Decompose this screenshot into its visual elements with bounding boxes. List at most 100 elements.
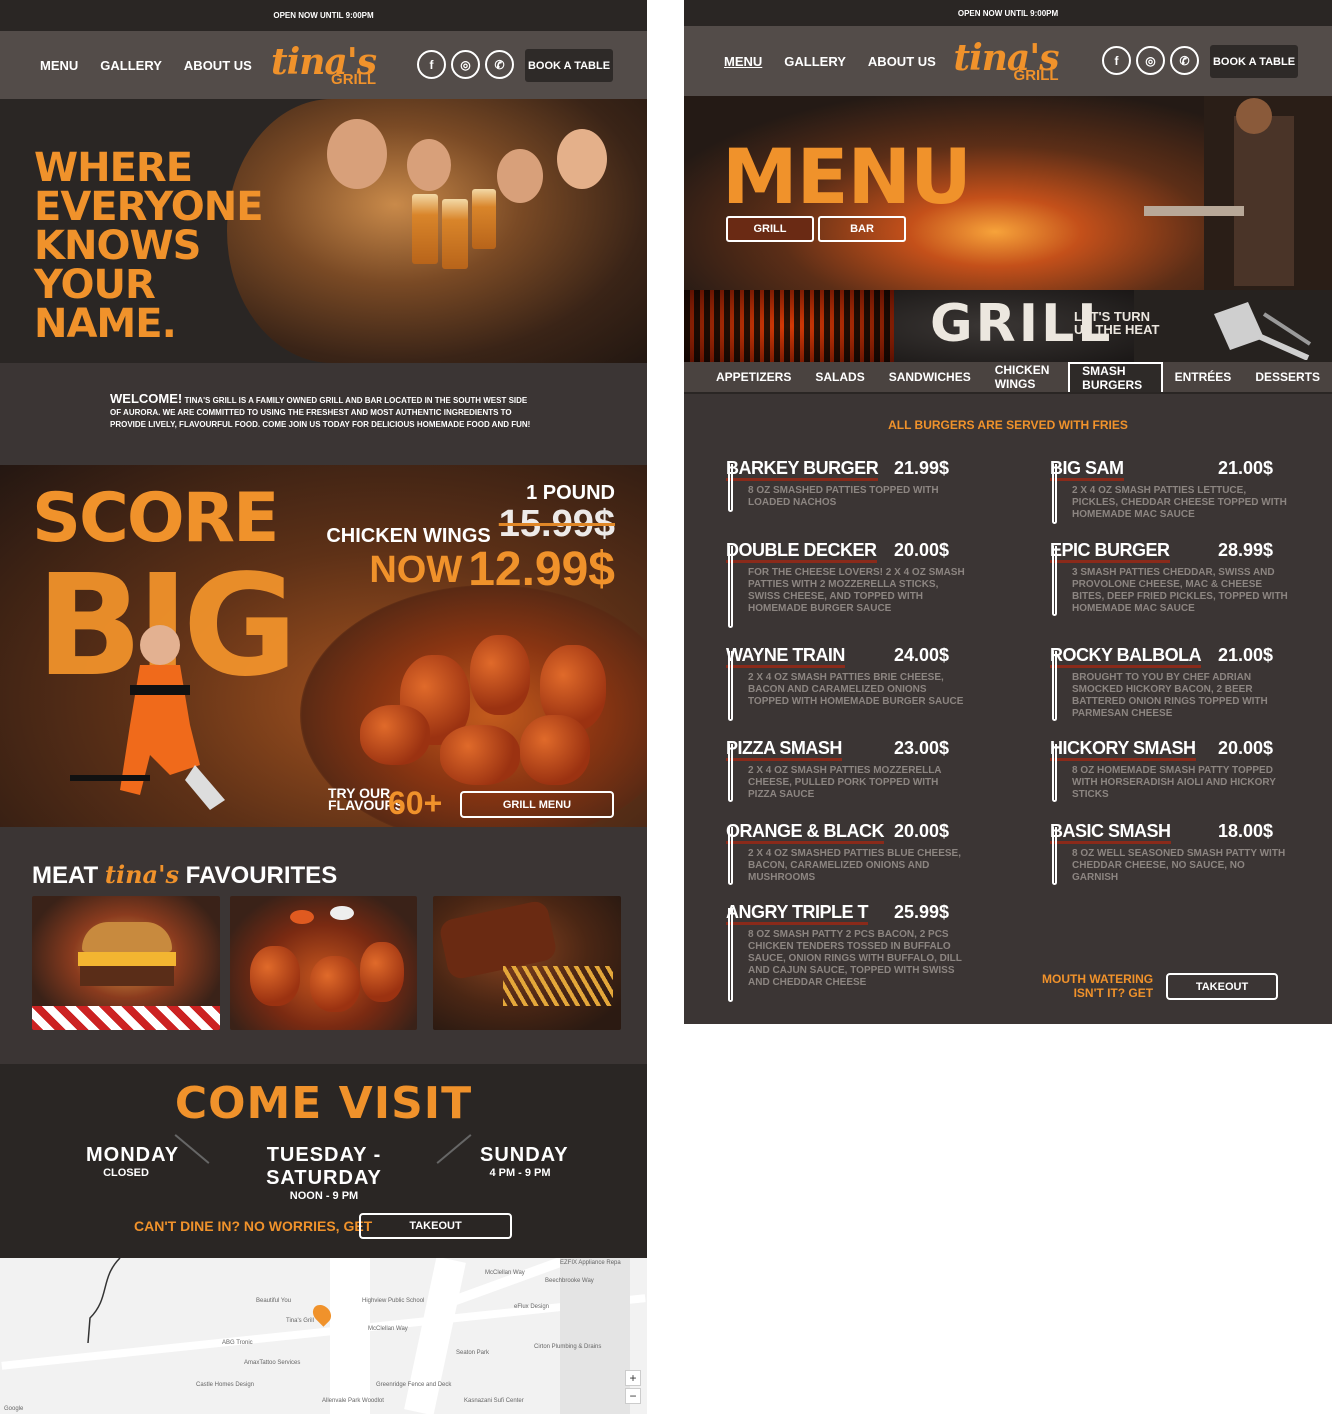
menu-item[interactable]: HICKORY SMASH 20.00$ 8 OZ HOMEMADE SMASH… xyxy=(1050,738,1290,802)
ribs-image[interactable] xyxy=(433,896,621,1030)
item-name: BIG SAM xyxy=(1050,458,1124,481)
menu-item[interactable]: ORANGE & BLACK 20.00$ 2 X 4 OZ SMASHED P… xyxy=(726,821,966,885)
zoom-out-button[interactable]: − xyxy=(625,1388,641,1404)
menu-item[interactable]: BARKEY BURGER 21.99$ 8 OZ SMASHED PATTIE… xyxy=(726,458,966,512)
item-name: BASIC SMASH xyxy=(1050,821,1171,844)
mouth-line1: MOUTH WATERING xyxy=(1042,972,1154,986)
welcome-section: WELCOME! TINA'S GRILL IS A FAMILY OWNED … xyxy=(0,363,647,465)
cat-appetizers[interactable]: APPETIZERS xyxy=(684,362,803,392)
burger-image[interactable] xyxy=(32,896,220,1030)
cat-desserts[interactable]: DESSERTS xyxy=(1243,362,1332,392)
map-label: McClellan Way xyxy=(368,1326,408,1332)
grill-fire-image xyxy=(684,290,894,362)
cat-smash-burgers[interactable]: SMASH BURGERS xyxy=(1068,362,1163,392)
item-desc: 2 X 4 OZ SMASH PATTIES BRIE CHEESE, BACO… xyxy=(748,672,964,707)
item-price: 24.00$ xyxy=(894,645,950,665)
map-label: Kasnazani Sufi Center xyxy=(464,1398,524,1404)
fav-meat: MEAT xyxy=(32,862,99,889)
menu-item[interactable]: BASIC SMASH 18.00$ 8 OZ WELL SEASONED SM… xyxy=(1050,821,1290,885)
new-price: 12.99$ xyxy=(468,543,615,596)
cat-salads[interactable]: SALADS xyxy=(803,362,876,392)
main-nav: MENU GALLERY ABOUT US tina's GRILL f ◎ ✆… xyxy=(684,26,1332,96)
cat-sandwiches[interactable]: SANDWICHES xyxy=(877,362,983,392)
friends-cheers-photo xyxy=(227,99,647,363)
menu-page: OPEN NOW UNTIL 9:00PM MENU GALLERY ABOUT… xyxy=(684,0,1332,1024)
map-label: Greenridge Fence and Deck xyxy=(376,1382,452,1388)
grill-tab-button[interactable]: GRILL xyxy=(726,216,814,242)
fav-script: tina's xyxy=(104,860,179,889)
location-map[interactable]: EZFIX Appliance Repa Beechbrooke Way McC… xyxy=(0,1258,647,1414)
map-label: Seaton Park xyxy=(456,1350,490,1356)
menu-item[interactable]: WAYNE TRAIN 24.00$ 2 X 4 OZ SMASH PATTIE… xyxy=(726,645,966,721)
hockey-player-image xyxy=(70,625,225,810)
item-price: 18.00$ xyxy=(1218,821,1274,841)
map-label: Castle Homes Design xyxy=(196,1382,255,1388)
social-links: f ◎ ✆ xyxy=(1102,46,1199,75)
map-label: Tina's Grill xyxy=(286,1318,314,1324)
phone-icon[interactable]: ✆ xyxy=(485,50,514,79)
book-table-button[interactable]: BOOK A TABLE xyxy=(525,49,613,82)
hours-sunday: SUNDAY 4 PM - 9 PM xyxy=(480,1144,568,1179)
item-desc: 8 OZ WELL SEASONED SMASH PATTY WITH CHED… xyxy=(1072,848,1286,883)
welcome-lead: WELCOME! xyxy=(110,391,183,406)
cat-entrees[interactable]: ENTRÉES xyxy=(1163,362,1244,392)
open-status-text: OPEN NOW UNTIL 9:00PM xyxy=(957,8,1059,18)
map-label: Beautiful You xyxy=(256,1298,292,1304)
menu-title: MENU xyxy=(722,132,972,221)
nav-about-link[interactable]: ABOUT US xyxy=(868,54,936,69)
nav-about-link[interactable]: ABOUT US xyxy=(184,58,252,73)
facebook-icon[interactable]: f xyxy=(1102,46,1131,75)
nav-gallery-link[interactable]: GALLERY xyxy=(100,58,162,73)
map-label: McClellan Way xyxy=(485,1270,525,1276)
menu-item[interactable]: EPIC BURGER 28.99$ 3 SMASH PATTIES CHEDD… xyxy=(1050,540,1290,616)
item-desc: 2 X 4 OZ SMASHED PATTIES BLUE CHEESE, BA… xyxy=(748,848,961,883)
offer-line1: 1 POUND xyxy=(526,482,615,504)
item-price: 25.99$ xyxy=(894,902,950,922)
nav-menu-link[interactable]: MENU xyxy=(40,58,78,73)
item-desc: FOR THE CHEESE LOVERS! 2 X 4 OZ SMASH PA… xyxy=(748,567,965,614)
grill-menu-button[interactable]: GRILL MENU xyxy=(460,791,614,818)
cat-chicken-wings[interactable]: CHICKEN WINGS xyxy=(983,362,1068,392)
item-desc: 8 OZ HOMEMADE SMASH PATTY TOPPED WITH HO… xyxy=(1072,765,1276,800)
item-name: EPIC BURGER xyxy=(1050,540,1170,563)
menu-item[interactable]: BIG SAM 21.00$ 2 X 4 OZ SMASH PATTIES LE… xyxy=(1050,458,1290,524)
day-name: TUESDAY - SATURDAY xyxy=(266,1144,382,1189)
grill-banner: GRILL LET'S TURN UP THE HEAT xyxy=(684,290,1332,362)
zoom-in-button[interactable]: + xyxy=(625,1370,641,1386)
site-logo[interactable]: tina's GRILL xyxy=(271,44,377,87)
map-label: EZFIX Appliance Repa xyxy=(560,1260,621,1266)
tagline-line2: UP THE HEAT xyxy=(1074,322,1160,337)
google-logo: Google xyxy=(4,1406,24,1412)
menu-item[interactable]: PIZZA SMASH 23.00$ 2 X 4 OZ SMASH PATTIE… xyxy=(726,738,966,802)
open-status-bar: OPEN NOW UNTIL 9:00PM xyxy=(684,0,1332,26)
home-page: OPEN NOW UNTIL 9:00PM MENU GALLERY ABOUT… xyxy=(0,0,647,1414)
bar-tab-button[interactable]: BAR xyxy=(818,216,906,242)
instagram-icon[interactable]: ◎ xyxy=(451,50,480,79)
offer-now: NOW xyxy=(369,549,463,591)
nav-menu-link[interactable]: MENU xyxy=(724,54,762,69)
item-price: 20.00$ xyxy=(1218,738,1274,758)
item-desc: 8 OZ SMASH PATTY 2 PCS BACON, 2 PCS CHIC… xyxy=(748,929,962,988)
main-nav: MENU GALLERY ABOUT US tina's GRILL f ◎ ✆… xyxy=(0,31,647,99)
menu-item[interactable]: DOUBLE DECKER 20.00$ FOR THE CHEESE LOVE… xyxy=(726,540,966,628)
wings-image[interactable] xyxy=(230,896,417,1030)
dinein-text: CAN'T DINE IN? NO WORRIES, GET xyxy=(134,1218,373,1234)
item-price: 21.00$ xyxy=(1218,458,1274,478)
wings-promo: SCORE BIG 1 POUND CHICKEN WINGS 15.99$ N… xyxy=(0,465,647,827)
item-name: WAYNE TRAIN xyxy=(726,645,845,668)
menu-item[interactable]: ROCKY BALBOLA 21.00$ BROUGHT TO YOU BY C… xyxy=(1050,645,1290,721)
phone-icon[interactable]: ✆ xyxy=(1170,46,1199,75)
nav-gallery-link[interactable]: GALLERY xyxy=(784,54,846,69)
site-logo[interactable]: tina's GRILL xyxy=(953,40,1059,83)
instagram-icon[interactable]: ◎ xyxy=(1136,46,1165,75)
book-table-button[interactable]: BOOK A TABLE xyxy=(1210,45,1298,78)
item-name: DOUBLE DECKER xyxy=(726,540,877,563)
menu-item[interactable]: ANGRY TRIPLE T 25.99$ 8 OZ SMASH PATTY 2… xyxy=(726,902,966,1002)
facebook-icon[interactable]: f xyxy=(417,50,446,79)
divider xyxy=(174,1134,210,1164)
item-price: 23.00$ xyxy=(894,738,950,758)
takeout-button[interactable]: TAKEOUT xyxy=(359,1213,512,1239)
takeout-button[interactable]: TAKEOUT xyxy=(1166,973,1278,1000)
map-label: eFlux Design xyxy=(514,1304,550,1310)
hero-banner: WHERE EVERYONE KNOWS YOUR NAME. xyxy=(0,99,647,363)
